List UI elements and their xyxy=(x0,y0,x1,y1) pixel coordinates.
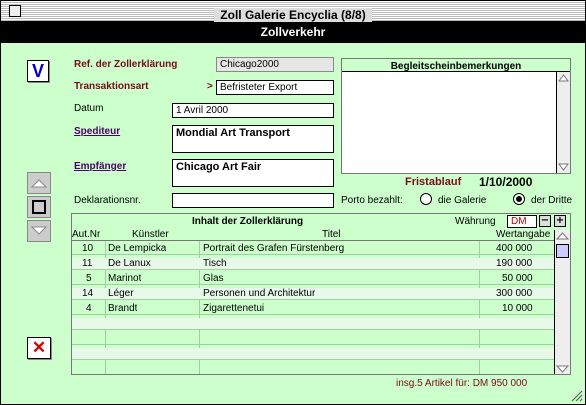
transaction-type-label: Transaktionsart xyxy=(74,81,149,92)
square-icon xyxy=(32,200,46,214)
table-scrollbar[interactable] xyxy=(554,230,570,375)
validate-button[interactable]: V xyxy=(27,60,49,82)
deadline-label: Fristablauf xyxy=(405,176,462,188)
table-header: Aut.Nr Künstler Titel Wertangabe xyxy=(72,229,554,241)
next-record-button[interactable] xyxy=(27,220,51,242)
postage-option-gallery: die Galerie xyxy=(438,195,487,206)
currency-field[interactable]: DM xyxy=(507,215,537,228)
arrow-up-icon xyxy=(30,179,48,188)
current-record-button[interactable] xyxy=(27,196,51,218)
table-row[interactable]: 11 De Lanux Tisch 190 000 xyxy=(72,258,554,270)
date-field[interactable]: 1 Avril 2000 xyxy=(172,103,334,118)
table-row-empty[interactable] xyxy=(72,348,554,360)
notes-panel: Begleitscheinbemerkungen xyxy=(341,58,571,174)
scroll-down-icon[interactable] xyxy=(557,161,570,173)
column-header-artist[interactable]: Künstler xyxy=(132,229,169,241)
postage-option-third-party: der Dritte xyxy=(531,195,573,206)
column-header-nr[interactable]: Aut.Nr xyxy=(72,229,100,241)
column-header-title[interactable]: Titel xyxy=(322,229,341,241)
deadline-value: 1/10/2000 xyxy=(479,175,533,189)
add-row-button[interactable]: + xyxy=(554,215,566,227)
recipient-field[interactable]: Chicago Art Fair xyxy=(172,159,334,187)
delete-button[interactable]: ✕ xyxy=(27,337,51,359)
resize-grip-icon[interactable] xyxy=(571,390,583,402)
postage-label: Porto bezahlt: xyxy=(341,195,403,206)
scroll-down-icon[interactable] xyxy=(555,363,570,375)
currency-label: Währung xyxy=(455,216,496,227)
table-row[interactable]: 14 Léger Personen und Architektur 300 00… xyxy=(72,288,554,300)
previous-record-button[interactable] xyxy=(27,172,51,194)
total-summary: insg.5 Artikel für: DM 950 000 xyxy=(396,378,528,389)
table-row-empty[interactable] xyxy=(72,318,554,330)
main-window: Zoll Galerie Encyclia (8/8) Zollverkehr … xyxy=(0,0,586,405)
column-header-value[interactable]: Wertangabe xyxy=(496,229,550,241)
declaration-label: Deklarationsnr. xyxy=(74,195,141,206)
postage-radio-third-party[interactable] xyxy=(513,193,525,205)
table-row-empty[interactable] xyxy=(72,333,554,345)
declaration-field[interactable] xyxy=(172,193,334,208)
notes-scrollbar[interactable] xyxy=(556,72,570,173)
items-table: Inhalt der Zollerklärung Währung DM − + … xyxy=(71,213,571,375)
ref-label: Ref. der Zollerklärung xyxy=(74,59,178,70)
scroll-up-icon[interactable] xyxy=(555,230,570,242)
scroll-thumb[interactable] xyxy=(556,244,569,258)
table-row[interactable]: 5 Marinot Glas 50 000 xyxy=(72,273,554,285)
section-header: Zollverkehr xyxy=(1,22,585,43)
recipient-link[interactable]: Empfänger xyxy=(74,161,126,172)
table-row[interactable]: 10 De Lempicka Portrait des Grafen Fürst… xyxy=(72,243,554,255)
forwarder-link[interactable]: Spediteur xyxy=(74,126,120,137)
title-bar[interactable]: Zoll Galerie Encyclia (8/8) xyxy=(1,1,585,22)
remove-row-button[interactable]: − xyxy=(539,215,551,227)
ref-field[interactable]: Chicago2000 xyxy=(216,57,334,72)
table-title: Inhalt der Zollerklärung xyxy=(192,216,304,227)
window-title: Zoll Galerie Encyclia (8/8) xyxy=(214,8,372,22)
postage-radio-gallery[interactable] xyxy=(420,193,432,205)
transaction-type-field[interactable]: Befristeter Export xyxy=(216,80,334,95)
table-row[interactable]: 4 Brandt Zigarettenetui 10 000 xyxy=(72,303,554,315)
notes-textarea[interactable] xyxy=(342,71,570,173)
transaction-type-arrow-icon[interactable]: > xyxy=(207,81,213,92)
date-label: Datum xyxy=(74,103,104,114)
scroll-up-icon[interactable] xyxy=(557,72,570,84)
forwarder-field[interactable]: Mondial Art Transport xyxy=(172,125,334,153)
arrow-down-icon xyxy=(30,226,48,235)
